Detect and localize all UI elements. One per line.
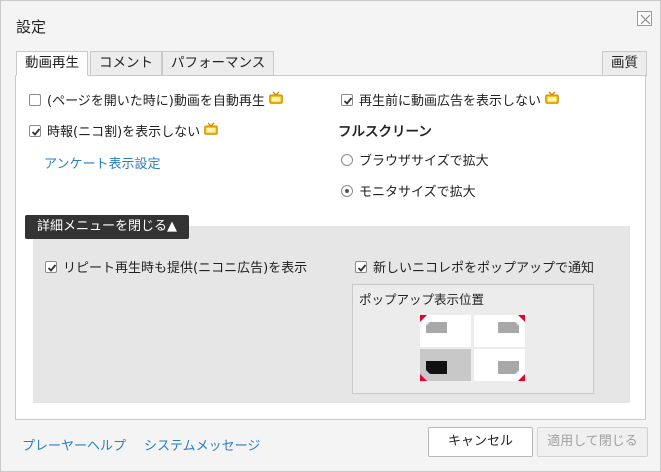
jiho-option[interactable]: 時報(ニコ割)を表示しない [29,121,218,140]
repeat-ads-checkbox[interactable] [45,260,57,273]
autoplay-checkbox[interactable] [29,93,41,106]
tab-performance[interactable]: パフォーマンス [162,51,275,76]
autoplay-label: (ページを開いた時に)動画を自動再生 [47,94,265,109]
tab-playback[interactable]: 動画再生 [16,51,88,76]
popup-position-top-right[interactable] [474,315,525,347]
fullscreen-browser-radio[interactable] [341,153,353,166]
repeat-ads-label: リピート再生時も提供(ニコニ広告)を表示 [63,261,308,276]
premium-tv-icon [269,91,283,108]
popup-position-label: ポップアップ表示位置 [359,292,485,307]
nicorepo-popup-option[interactable]: 新しいニコレポをポップアップで通知 [355,257,594,276]
nicorepo-popup-label: 新しいニコレポをポップアップで通知 [373,261,595,276]
apply-close-button[interactable]: 適用して閉じる [537,427,648,457]
dialog-title: 設定 [16,18,47,36]
popup-position-bottom-left[interactable] [420,349,471,381]
autoplay-option[interactable]: (ページを開いた時に)動画を自動再生 [29,90,283,109]
advanced-menu-toggle-button[interactable]: 詳細メニューを閉じる▲ [25,215,189,239]
popup-position-top-left[interactable] [420,315,471,347]
popup-position-bottom-right[interactable] [474,349,525,381]
fullscreen-monitor-radio[interactable] [341,184,353,197]
fullscreen-browser-option[interactable]: ブラウザサイズで拡大 [341,150,489,169]
settings-dialog: 設定 動画再生 コメント パフォーマンス 画質 (ページを開いた時に)動画を自動… [0,0,661,472]
system-message-link[interactable]: システムメッセージ [144,435,260,454]
nicorepo-popup-checkbox[interactable] [355,260,367,273]
no-preroll-ad-checkbox[interactable] [341,93,353,106]
repeat-ads-option[interactable]: リピート再生時も提供(ニコニ広告)を表示 [45,257,307,276]
fullscreen-section-title: フルスクリーン [338,124,432,140]
no-preroll-ad-label: 再生前に動画広告を表示しない [359,94,542,109]
no-preroll-ad-option[interactable]: 再生前に動画広告を表示しない [341,90,559,109]
premium-tv-icon [204,122,218,139]
premium-tv-icon [545,91,559,108]
cancel-button[interactable]: キャンセル [428,427,533,457]
fullscreen-browser-label: ブラウザサイズで拡大 [359,154,489,169]
fullscreen-monitor-label: モニタサイズで拡大 [359,185,476,200]
tab-quality[interactable]: 画質 [602,51,647,76]
player-help-link[interactable]: プレーヤーヘルプ [22,435,126,454]
close-icon[interactable] [637,11,652,26]
jiho-checkbox[interactable] [29,124,41,137]
tab-comment[interactable]: コメント [90,51,162,76]
jiho-label: 時報(ニコ割)を表示しない [47,125,201,140]
survey-settings-link[interactable]: アンケート表示設定 [44,153,160,172]
fullscreen-monitor-option[interactable]: モニタサイズで拡大 [341,181,476,200]
